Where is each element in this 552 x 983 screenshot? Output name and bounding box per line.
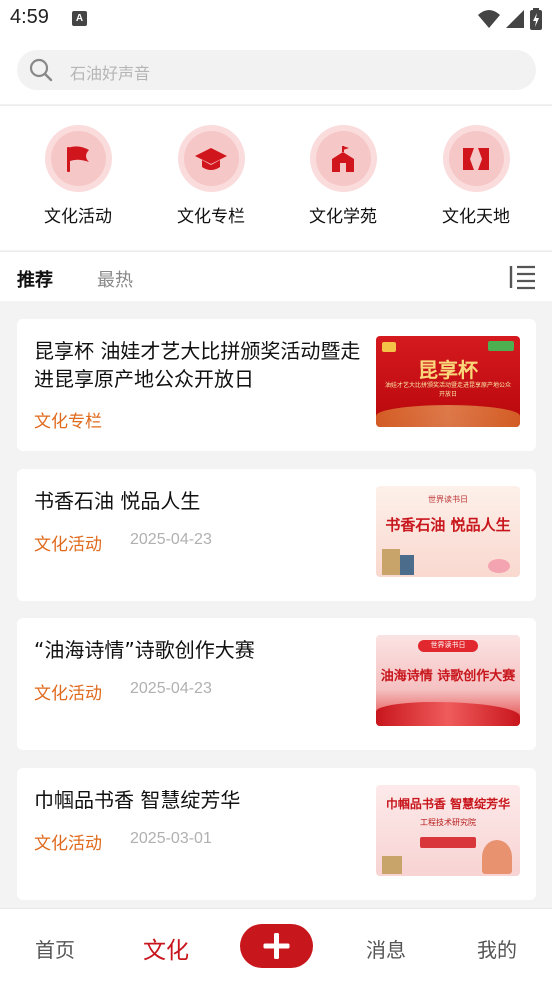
bottom-nav: 首页 文化 消息 我的 xyxy=(0,908,552,983)
tab-hottest[interactable]: 最热 xyxy=(97,266,133,292)
nav-messages[interactable]: 消息 xyxy=(366,934,406,963)
list-menu-icon[interactable] xyxy=(508,264,536,290)
card-thumbnail: 世界读书日 书香石油 悦品人生 xyxy=(376,486,520,577)
thumb-subtitle: 工程技术研究院 xyxy=(420,818,476,827)
card-date: 2025-03-01 xyxy=(130,830,212,847)
category-wenhua-zhuanlan[interactable]: 文化专栏 xyxy=(151,125,271,227)
news-card[interactable]: 昆享杯 油娃才艺大比拼颁奖活动暨走进昆享原产地公众开放日 文化专栏 昆享杯 油娃… xyxy=(17,319,536,451)
thumb-subtitle: 油娃才艺大比拼颁奖活动暨走进昆享原产地公众开放日 xyxy=(384,382,511,398)
thumb-title: 书香石油 悦品人生 xyxy=(385,516,511,534)
search-input[interactable]: 石油好声音 xyxy=(17,50,536,90)
card-category: 文化活动 xyxy=(34,684,102,704)
category-label: 文化专栏 xyxy=(177,207,245,227)
status-icons xyxy=(478,8,542,30)
search-area: 石油好声音 xyxy=(0,38,552,104)
card-title: 书香石油 悦品人生 xyxy=(34,489,201,513)
thumb-title: 昆享杯 xyxy=(418,358,478,382)
tab-bar: 推荐 最热 xyxy=(0,251,552,301)
nav-home[interactable]: 首页 xyxy=(35,934,75,963)
search-placeholder: 石油好声音 xyxy=(70,64,151,83)
category-wenhua-xueyuan[interactable]: 文化学苑 xyxy=(283,125,403,227)
flag-icon xyxy=(67,145,89,172)
card-category: 文化专栏 xyxy=(34,412,102,432)
tab-recommended[interactable]: 推荐 xyxy=(17,266,53,292)
thumb-subtitle: 世界读书日 xyxy=(428,495,468,504)
card-date: 2025-04-23 xyxy=(130,531,212,548)
graduation-cap-icon xyxy=(195,147,227,170)
card-date: 2025-04-23 xyxy=(130,680,212,697)
category-grid: 文化活动 文化专栏 文化学苑 文化天地 xyxy=(0,105,552,250)
battery-icon xyxy=(530,8,542,30)
news-card[interactable]: “油海诗情”诗歌创作大赛 文化活动 2025-04-23 世界读书日 油海诗情 … xyxy=(17,618,536,750)
thumb-title: 油海诗情 诗歌创作大赛 xyxy=(380,669,516,684)
news-card[interactable]: 巾帼品书香 智慧绽芳华 文化活动 2025-03-01 巾帼品书香 智慧绽芳华 … xyxy=(17,768,536,900)
category-label: 文化天地 xyxy=(442,207,510,227)
nav-culture[interactable]: 文化 xyxy=(143,931,189,965)
card-thumbnail: 巾帼品书香 智慧绽芳华 工程技术研究院 xyxy=(376,785,520,876)
category-label: 文化活动 xyxy=(44,207,112,227)
wifi-icon xyxy=(478,10,500,28)
notification-icon: A xyxy=(72,11,87,26)
card-title: “油海诗情”诗歌创作大赛 xyxy=(34,638,255,662)
status-time: 4:59 xyxy=(10,6,49,28)
card-title: 昆享杯 油娃才艺大比拼颁奖活动暨走进昆享原产地公众开放日 xyxy=(34,339,361,391)
category-wenhua-huodong[interactable]: 文化活动 xyxy=(18,125,138,227)
add-post-button[interactable] xyxy=(240,924,313,968)
search-icon xyxy=(29,58,53,82)
nav-profile[interactable]: 我的 xyxy=(477,934,517,963)
category-wenhua-tiandi[interactable]: 文化天地 xyxy=(416,125,536,227)
news-card[interactable]: 书香石油 悦品人生 文化活动 2025-04-23 世界读书日 书香石油 悦品人… xyxy=(17,469,536,601)
card-category: 文化活动 xyxy=(34,834,102,854)
card-thumbnail: 世界读书日 油海诗情 诗歌创作大赛 xyxy=(376,635,520,726)
open-book-icon xyxy=(463,147,489,170)
plus-icon xyxy=(263,933,290,959)
card-category: 文化活动 xyxy=(34,535,102,555)
card-title: 巾帼品书香 智慧绽芳华 xyxy=(34,788,241,812)
cell-signal-icon xyxy=(506,10,524,28)
thumb-title: 巾帼品书香 智慧绽芳华 xyxy=(385,797,511,811)
school-building-icon xyxy=(332,145,354,172)
card-thumbnail: 昆享杯 油娃才艺大比拼颁奖活动暨走进昆享原产地公众开放日 xyxy=(376,336,520,427)
category-label: 文化学苑 xyxy=(309,207,377,227)
status-bar: 4:59 A xyxy=(0,0,552,38)
thumb-subtitle: 世界读书日 xyxy=(430,641,466,649)
